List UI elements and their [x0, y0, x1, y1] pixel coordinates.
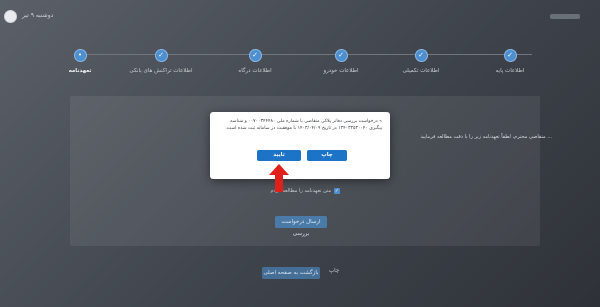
step-6-label: اطلاعات پایه: [495, 68, 525, 74]
step-5[interactable]: ✓ اطلاعات تکمیلی: [386, 46, 456, 74]
step-3-label: اطلاعات درگاه: [238, 68, 272, 74]
check-icon: ✓: [248, 49, 262, 62]
step-1[interactable]: • تعهدنامه: [45, 46, 115, 74]
step-3[interactable]: ✓ اطلاعات درگاه: [220, 46, 290, 74]
progress-stepper: • تعهدنامه ✓ اطلاعات تراکنش های بانکی ✓ …: [69, 46, 540, 76]
checkbox-checked-icon[interactable]: ✓: [334, 188, 340, 194]
header-date: دوشنبه ۹ تیر: [22, 12, 54, 19]
red-arrow-annotation-icon: [269, 164, 289, 192]
commitment-intro-text: متقاضی محترم، لطفاً تعهدنامه زیر را با د…: [420, 134, 553, 140]
step-2-label: اطلاعات تراکنش های بانکی: [129, 68, 193, 74]
step-4[interactable]: ✓ اطلاعات خودرو: [306, 46, 376, 74]
print-link[interactable]: چاپ: [329, 268, 339, 274]
modal-print-button[interactable]: چاپ: [307, 150, 347, 161]
user-avatar-icon[interactable]: [4, 10, 17, 23]
back-home-button[interactable]: بازگشت به صفحه اصلی: [262, 267, 320, 279]
check-icon: ✓: [154, 49, 168, 62]
step-1-label: تعهدنامه: [68, 68, 92, 74]
check-icon: ✓: [503, 49, 517, 62]
step-5-label: اطلاعات تکمیلی: [402, 68, 440, 74]
step-4-label: اطلاعات خودرو: [323, 68, 359, 74]
check-icon: ✓: [334, 49, 348, 62]
check-icon: ✓: [414, 49, 428, 62]
top-bar: دوشنبه ۹ تیر: [0, 0, 600, 34]
confirm-button[interactable]: تایید: [257, 150, 301, 161]
step-1-dot: •: [73, 49, 87, 62]
confirmation-modal: » درخواست بررسی دفاتر پلاکی متقاضی با شم…: [210, 112, 390, 179]
header-logo: [550, 14, 580, 19]
submit-request-button[interactable]: ارسال درخواست بررسی: [275, 216, 327, 237]
step-6[interactable]: ✓ اطلاعات پایه: [475, 46, 545, 74]
step-2[interactable]: ✓ اطلاعات تراکنش های بانکی: [126, 46, 196, 74]
modal-message: » درخواست بررسی دفاتر پلاکی متقاضی با شم…: [225, 119, 382, 131]
